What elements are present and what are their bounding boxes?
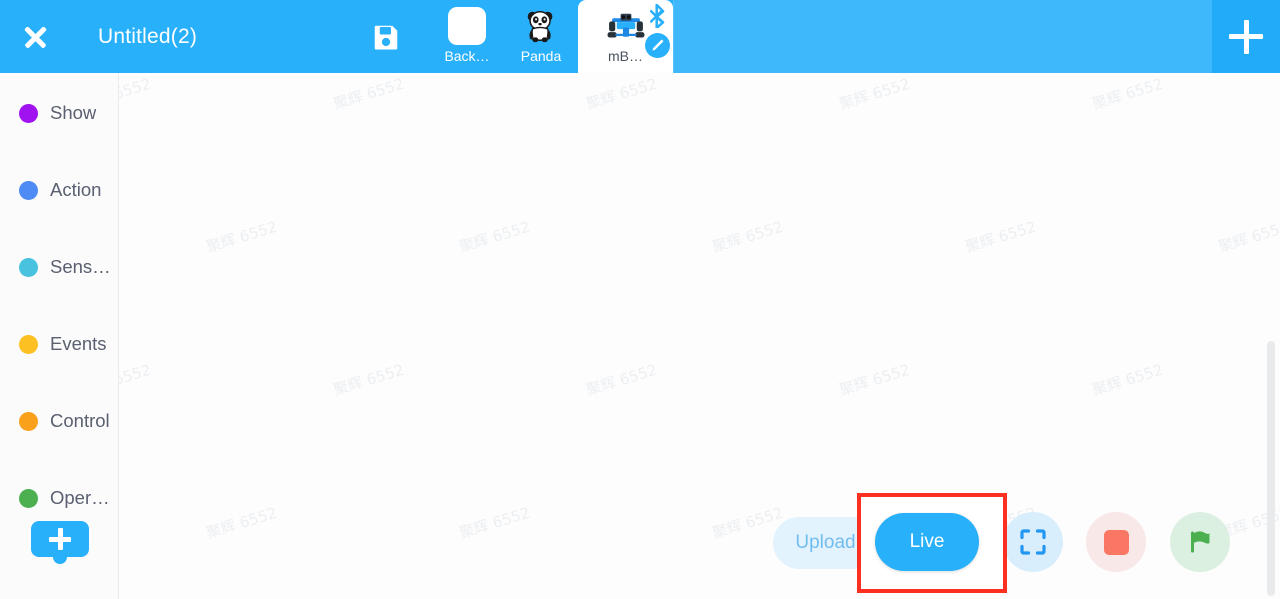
tab-mbot-badges	[645, 4, 670, 58]
start-button[interactable]	[1170, 512, 1230, 572]
watermark-text: 聚辉 6552	[457, 217, 533, 257]
close-project-button[interactable]	[0, 0, 70, 73]
bluetooth-icon[interactable]	[648, 4, 667, 28]
watermark-text: 聚辉 6552	[837, 74, 913, 114]
plus-icon	[49, 528, 71, 550]
fullscreen-button[interactable]	[1003, 512, 1063, 572]
watermark-text: 聚辉 6552	[837, 360, 913, 400]
watermark-text: 聚辉 6552	[1090, 360, 1166, 400]
green-flag-icon	[1191, 531, 1210, 553]
watermark-text: 聚辉 6552	[1090, 74, 1166, 114]
fullscreen-icon	[1020, 529, 1046, 555]
category-dot-action	[19, 180, 38, 200]
mode-option-upload[interactable]: Upload	[773, 517, 878, 569]
pencil-edit-icon	[652, 39, 664, 51]
tab-panda-label: Panda	[520, 48, 562, 64]
save-project-button[interactable]	[366, 17, 406, 57]
add-extension-button[interactable]	[31, 521, 89, 564]
sidebar-item-label: Action	[50, 179, 102, 200]
tab-panda[interactable]: Panda	[504, 0, 578, 73]
tab-panda-thumb	[521, 6, 561, 46]
tab-backdrop-label: Back…	[444, 48, 490, 64]
close-icon	[21, 23, 49, 51]
pencil-edit-button[interactable]	[645, 33, 670, 58]
sidebar-item-action[interactable]: Action	[0, 167, 118, 213]
tab-backdrop[interactable]: Back…	[430, 0, 504, 73]
canvas-vertical-scrollbar[interactable]	[1267, 341, 1275, 596]
save-icon	[374, 25, 398, 49]
watermark-text: 聚辉 6552	[119, 360, 154, 400]
watermark-text: 聚辉 6552	[331, 74, 407, 114]
sidebar-item-label: Control	[50, 410, 110, 431]
bubble-tail	[53, 555, 67, 564]
project-title: Untitled(2)	[98, 24, 198, 48]
device-tab-strip: Back… Panda mB…	[430, 0, 673, 73]
header-empty-space	[673, 0, 1212, 73]
plus-icon	[1229, 19, 1263, 54]
category-dot-operators	[19, 488, 38, 508]
sidebar-item-events[interactable]: Events	[0, 321, 118, 367]
highlighted-live-button[interactable]: Live	[875, 513, 979, 571]
watermark-text: 聚辉 6552	[331, 360, 407, 400]
sidebar-item-label: Show	[50, 102, 97, 123]
header-left-group: Untitled(2)	[0, 0, 430, 73]
stop-square-icon	[1103, 529, 1129, 555]
sidebar-item-sensing[interactable]: Sens…	[0, 244, 118, 290]
stop-button[interactable]	[1086, 512, 1146, 572]
watermark-text: 聚辉 6552	[204, 217, 280, 257]
watermark-text: 聚辉 6552	[457, 503, 533, 543]
app-root: Untitled(2) Back… Panda mB… Show Action …	[0, 0, 1280, 599]
watermark-text: 聚辉 6552	[710, 217, 786, 257]
add-extension-icon	[31, 521, 89, 557]
category-dot-control	[19, 411, 38, 431]
backdrop-thumbnail-icon	[448, 7, 486, 45]
watermark-text: 聚辉 6552	[584, 360, 660, 400]
watermark-text: 聚辉 6552	[584, 74, 660, 114]
watermark-text: 聚辉 6552	[963, 217, 1039, 257]
category-dot-show	[19, 103, 38, 123]
sidebar-item-label: Oper…	[50, 487, 110, 508]
panda-sprite-icon	[527, 10, 553, 43]
sidebar-item-label: Sens…	[50, 256, 111, 277]
watermark-text: 聚辉 6552	[119, 74, 154, 114]
tab-mbot-thumb	[606, 6, 646, 46]
tab-backdrop-thumb	[447, 6, 487, 46]
tab-mbot-label: mB…	[608, 48, 643, 64]
add-device-button[interactable]	[1212, 0, 1280, 73]
app-header: Untitled(2) Back… Panda mB…	[0, 0, 1280, 73]
block-category-sidebar: Show Action Sens… Events Control Oper…	[0, 73, 119, 599]
category-dot-sensing	[19, 257, 38, 277]
sidebar-item-show[interactable]: Show	[0, 90, 118, 136]
sidebar-item-label: Events	[50, 333, 107, 354]
sidebar-item-operators[interactable]: Oper…	[0, 475, 118, 521]
watermark-text: 聚辉 6552	[204, 503, 280, 543]
tab-mbot[interactable]: mB…	[578, 0, 673, 73]
sidebar-item-control[interactable]: Control	[0, 398, 118, 444]
watermark-text: 聚辉 6552	[1216, 217, 1280, 257]
category-dot-events	[19, 334, 38, 354]
mbot-robot-icon	[607, 13, 644, 38]
